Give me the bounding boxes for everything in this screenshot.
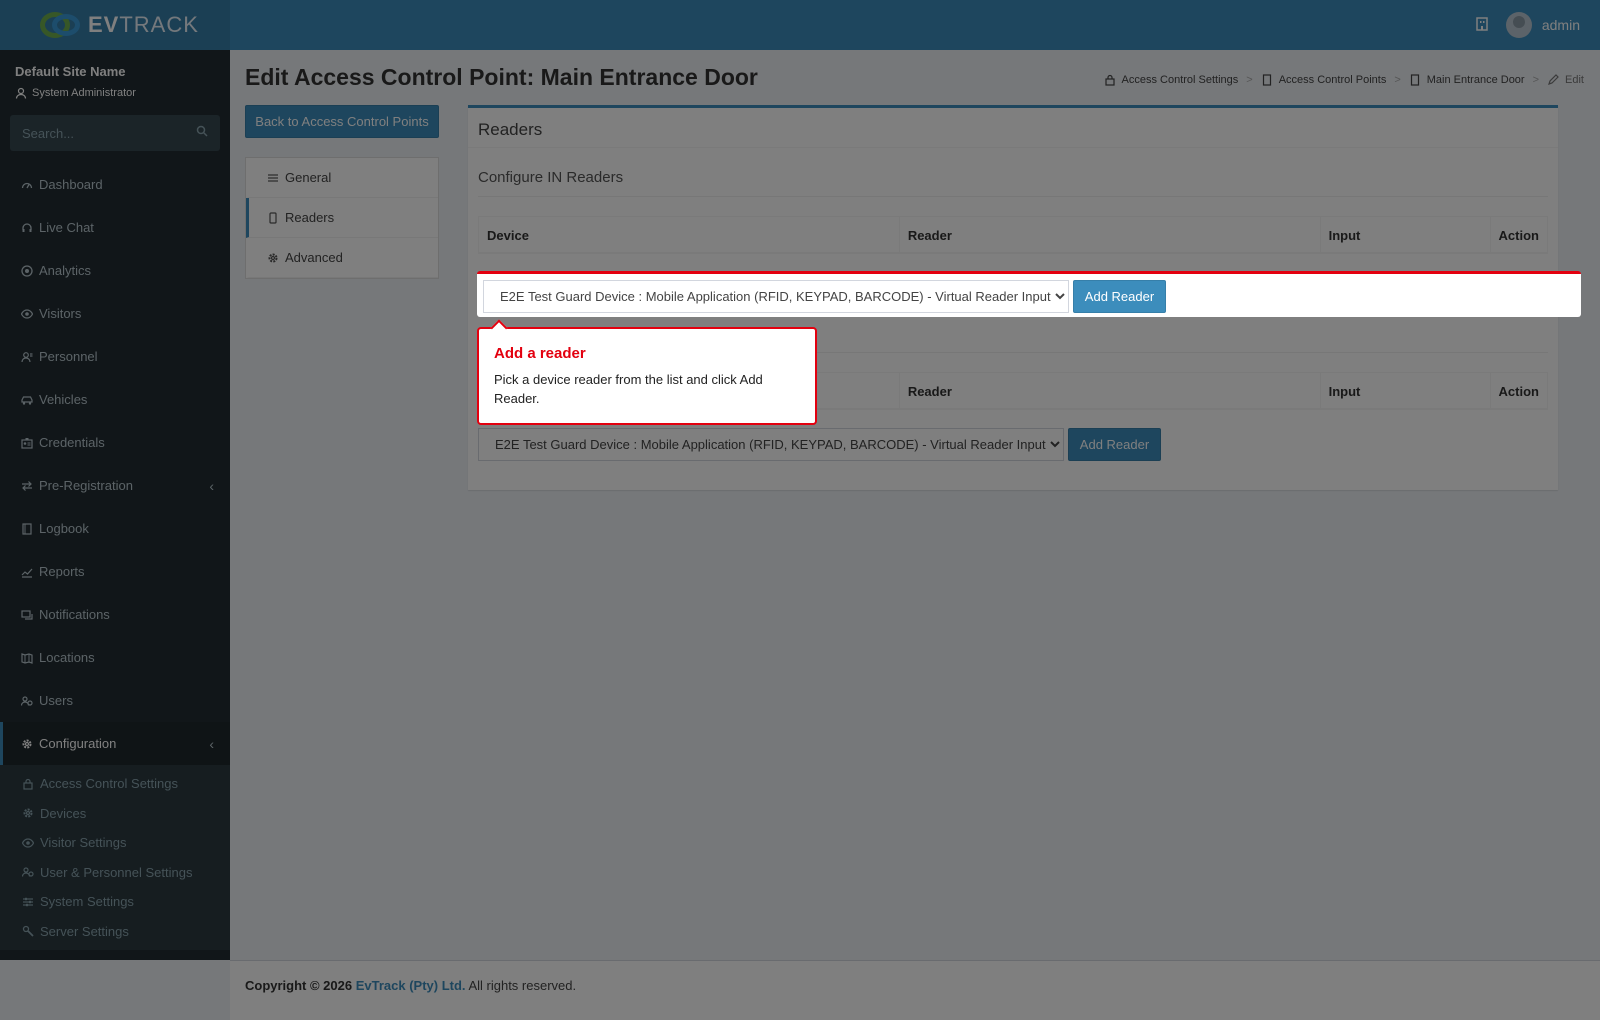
sliders-icon xyxy=(22,896,34,908)
sidebar-item-live-chat[interactable]: Live Chat xyxy=(0,206,230,249)
device-icon xyxy=(267,211,279,224)
sidebar: Default Site Name System Administrator D… xyxy=(0,50,230,960)
chart-icon xyxy=(21,566,33,578)
user-role: System Administrator xyxy=(15,87,215,99)
sidebar-subitem-devices[interactable]: Devices xyxy=(0,799,230,829)
map-icon xyxy=(21,652,33,664)
tab-readers[interactable]: Readers xyxy=(246,198,438,238)
sidebar-subitem-user-personnel-settings[interactable]: User & Personnel Settings xyxy=(0,858,230,888)
door-icon xyxy=(1261,74,1273,86)
page-title: Edit Access Control Point: Main Entrance… xyxy=(245,64,758,90)
breadcrumb-access-control-settings[interactable]: Access Control Settings xyxy=(1122,74,1239,86)
logo-text: EVTRACK xyxy=(88,12,199,37)
sidebar-item-vehicles[interactable]: Vehicles xyxy=(0,378,230,421)
sidebar-item-personnel[interactable]: Personnel xyxy=(0,335,230,378)
sidebar-item-users[interactable]: Users xyxy=(0,679,230,722)
sidebar-item-dashboard[interactable]: Dashboard xyxy=(0,163,230,206)
search-icon[interactable] xyxy=(196,124,208,142)
site-name: Default Site Name xyxy=(15,64,126,79)
tour-tooltip: Add a reader Pick a device reader from t… xyxy=(477,327,817,425)
readers-box-title: Readers xyxy=(468,108,1558,148)
chevron-left-icon[interactable]: ‹ xyxy=(209,478,214,494)
in-reader-select[interactable]: E2E Test Guard Device : Mobile Applicati… xyxy=(483,280,1069,313)
out-add-reader-button[interactable]: Add Reader xyxy=(1068,428,1161,461)
eye-icon xyxy=(22,837,34,849)
gear-icon xyxy=(21,738,33,750)
sidebar-subitem-server-settings[interactable]: Server Settings xyxy=(0,917,230,947)
list-icon xyxy=(267,172,279,184)
person-icon xyxy=(21,351,33,363)
gear-icon xyxy=(267,252,279,264)
chat-icon xyxy=(21,609,33,621)
eye-icon xyxy=(21,308,33,320)
edit-tabs: General Readers Advanced xyxy=(245,157,439,279)
sidebar-item-logbook[interactable]: Logbook xyxy=(0,507,230,550)
sidebar-item-credentials[interactable]: Credentials xyxy=(0,421,230,464)
footer: Copyright © 2026 EvTrack (Pty) Ltd. All … xyxy=(230,960,1600,1020)
chevron-left-icon[interactable]: ‹ xyxy=(209,736,214,752)
sidebar-item-locations[interactable]: Locations xyxy=(0,636,230,679)
sidebar-item-analytics[interactable]: Analytics xyxy=(0,249,230,292)
door-icon xyxy=(1409,74,1421,86)
tour-tooltip-title: Add a reader xyxy=(494,345,586,362)
user-icon xyxy=(15,87,27,99)
sidebar-subitem-system-settings[interactable]: System Settings xyxy=(0,887,230,917)
tour-tooltip-body: Pick a device reader from the list and c… xyxy=(494,372,763,406)
sidebar-item-reports[interactable]: Reports xyxy=(0,550,230,593)
top-navbar: EVTRACK admin xyxy=(0,0,1600,50)
in-add-reader-button[interactable]: Add Reader xyxy=(1073,280,1166,313)
tab-general[interactable]: General xyxy=(246,158,438,198)
gear-icon xyxy=(22,807,34,819)
sidebar-item-configuration[interactable]: Configuration ‹ xyxy=(0,722,230,765)
building-icon[interactable] xyxy=(1476,16,1488,34)
logo-mark-icon xyxy=(40,10,82,40)
breadcrumb-access-control-points[interactable]: Access Control Points xyxy=(1279,74,1387,86)
pencil-icon xyxy=(1547,74,1559,86)
in-reader-form: E2E Test Guard Device : Mobile Applicati… xyxy=(483,280,1166,313)
main-content: Edit Access Control Point: Main Entrance… xyxy=(230,50,1600,960)
lock-icon xyxy=(1104,74,1116,86)
sidebar-item-pre-registration[interactable]: Pre-Registration ‹ xyxy=(0,464,230,507)
gauge-icon xyxy=(21,179,33,191)
target-icon xyxy=(21,264,33,277)
lock-icon xyxy=(22,778,34,790)
search-input[interactable] xyxy=(22,125,172,141)
tab-advanced[interactable]: Advanced xyxy=(246,238,438,278)
breadcrumb-main-entrance-door[interactable]: Main Entrance Door xyxy=(1427,74,1525,86)
sidebar-subitem-visitor-settings[interactable]: Visitor Settings xyxy=(0,828,230,858)
breadcrumb-edit: Edit xyxy=(1565,74,1584,86)
arrows-icon xyxy=(21,480,33,492)
company-link[interactable]: EvTrack (Pty) Ltd. xyxy=(356,978,466,993)
breadcrumb: Access Control Settings > Access Control… xyxy=(1104,74,1584,86)
car-icon xyxy=(21,394,33,406)
wrench-icon xyxy=(22,925,34,937)
logo[interactable]: EVTRACK xyxy=(0,0,230,50)
in-readers-table-header: Device Reader Input Action xyxy=(478,216,1548,254)
sidebar-item-notifications[interactable]: Notifications xyxy=(0,593,230,636)
tour-highlight: E2E Test Guard Device : Mobile Applicati… xyxy=(477,271,1581,317)
out-reader-select[interactable]: E2E Test Guard Device : Mobile Applicati… xyxy=(478,428,1064,461)
configuration-submenu: Access Control Settings Devices Visitor … xyxy=(0,765,230,950)
sidebar-subitem-access-control-settings[interactable]: Access Control Settings xyxy=(0,769,230,799)
id-card-icon xyxy=(21,437,33,449)
users-icon xyxy=(22,866,34,878)
headset-icon xyxy=(21,222,33,234)
out-reader-form: E2E Test Guard Device : Mobile Applicati… xyxy=(478,428,1161,461)
username[interactable]: admin xyxy=(1542,17,1580,33)
users-icon xyxy=(21,695,33,707)
sidebar-search xyxy=(10,115,220,151)
back-to-access-control-points-button[interactable]: Back to Access Control Points xyxy=(245,105,439,138)
sidebar-item-visitors[interactable]: Visitors xyxy=(0,292,230,335)
book-icon xyxy=(21,522,33,535)
in-readers-title: Configure IN Readers xyxy=(478,169,624,186)
avatar[interactable] xyxy=(1505,12,1532,38)
